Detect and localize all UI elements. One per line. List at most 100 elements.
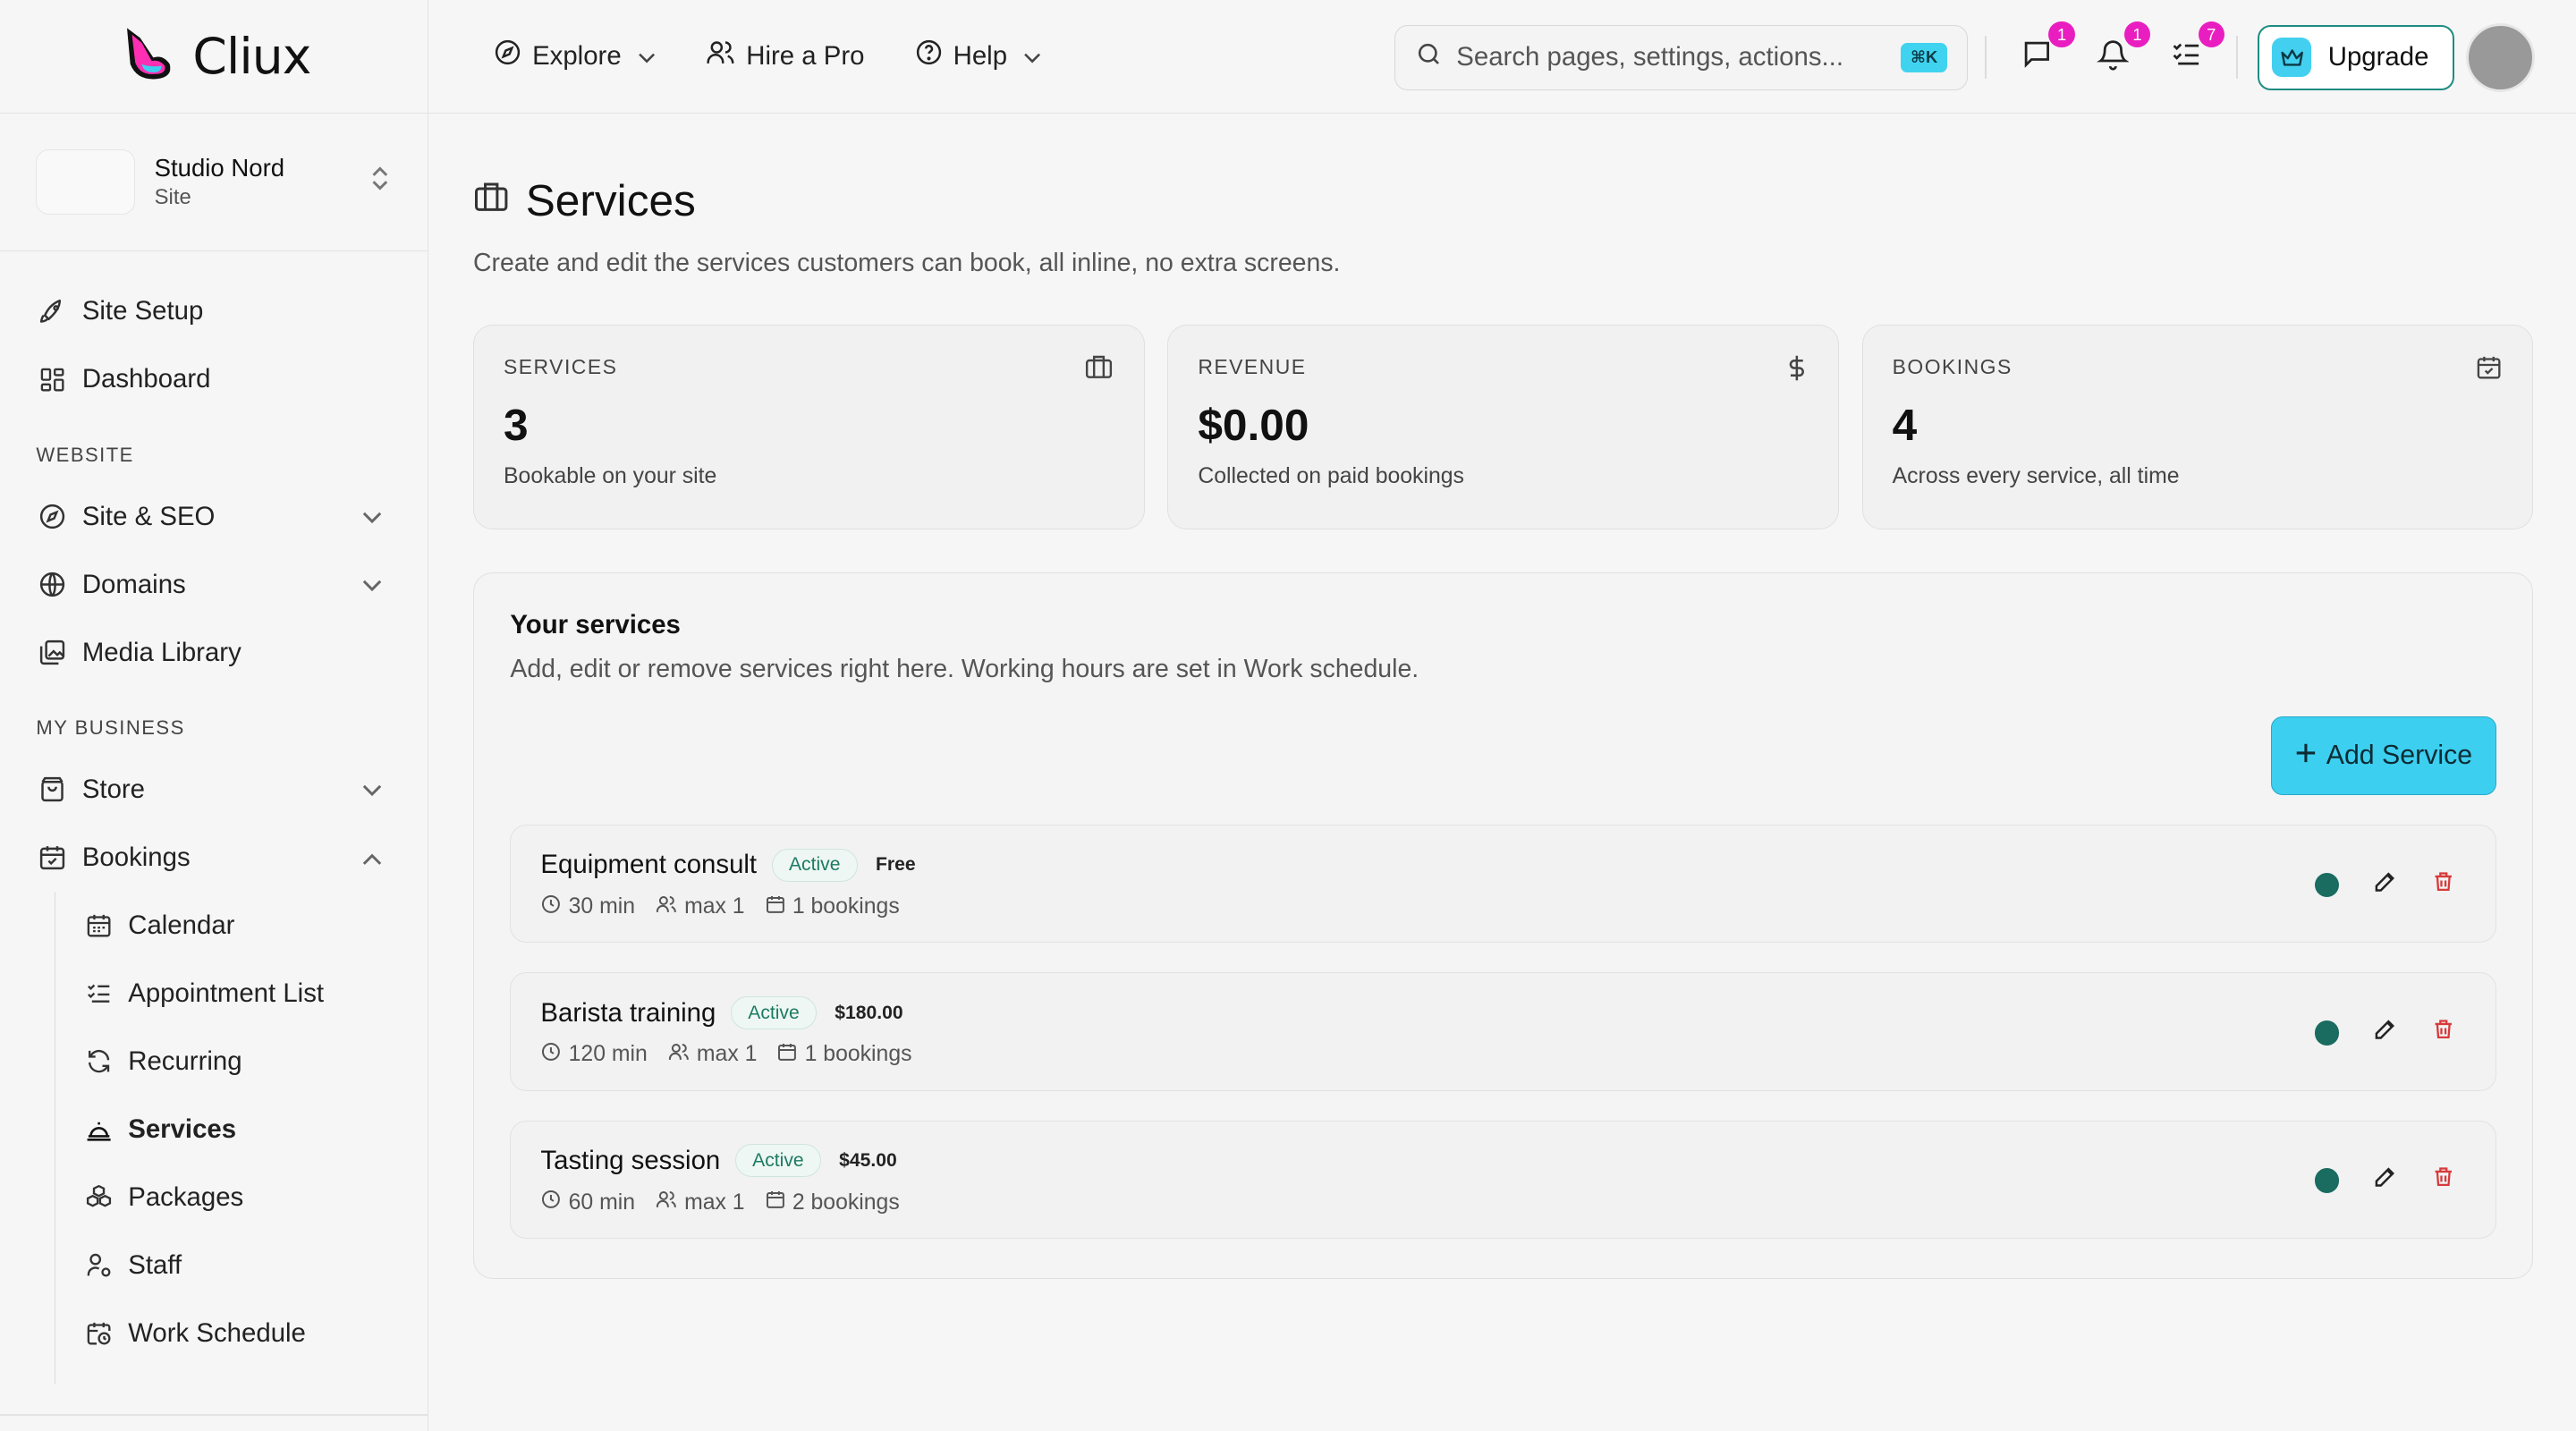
add-service-button[interactable]: Add Service [2271, 716, 2496, 796]
status-toggle[interactable] [2314, 1168, 2340, 1193]
clock-icon [540, 1041, 562, 1069]
sidebar-item-services[interactable]: Services [0, 1096, 428, 1164]
chevron-down-icon [1023, 41, 1041, 72]
globe-icon [36, 568, 69, 601]
divider [1984, 36, 1987, 80]
dashboard-icon [36, 363, 69, 396]
services-list: Equipment consult Active Free 30 min max… [510, 825, 2496, 1268]
users-icon [667, 1041, 691, 1069]
stat-label: REVENUE [1198, 354, 1307, 378]
sidebar-item-label: Services [128, 1113, 237, 1144]
services-panel: Your services Add, edit or remove servic… [472, 572, 2534, 1279]
service-row[interactable]: Barista training Active $180.00 120 min … [510, 972, 2496, 1091]
shortcut-badge: ⌘K [1900, 42, 1948, 72]
top-bar: Explore Hire a Pro Help ⌘K 1 [428, 0, 2576, 114]
chevron-updown-icon [369, 164, 392, 200]
panel-title: Your services [510, 609, 681, 639]
chevron-down-icon [362, 775, 382, 805]
sidebar-item-packages[interactable]: Packages [0, 1164, 428, 1232]
messages-button[interactable]: 1 [2019, 21, 2075, 75]
sidebar-item-site-setup[interactable]: Site Setup [0, 277, 428, 345]
sidebar-item-work-schedule[interactable]: Work Schedule [0, 1300, 428, 1367]
stat-value: 3 [504, 399, 529, 450]
sidebar-item-dashboard[interactable]: Dashboard [0, 345, 428, 413]
brand-name: Cliux [192, 27, 311, 85]
service-name: Barista training [540, 997, 716, 1028]
logo-row: Cliux [0, 0, 428, 114]
sidebar-item-recurring[interactable]: Recurring [0, 1028, 428, 1096]
bookings-text: 1 bookings [804, 1042, 912, 1067]
stat-card-revenue: REVENUE $0.00 Collected on paid bookings [1167, 324, 1839, 530]
explore-menu[interactable]: Explore [493, 38, 656, 74]
edit-icon[interactable] [2372, 868, 2398, 902]
service-capacity: max 1 [655, 893, 745, 921]
clock-icon [540, 893, 562, 921]
sidebar-item-site-seo[interactable]: Site & SEO [0, 483, 428, 551]
briefcase-icon [1084, 353, 1114, 386]
bag-icon [36, 773, 69, 806]
bell-service-icon [82, 1113, 115, 1147]
trash-icon[interactable] [2431, 1164, 2456, 1197]
help-circle-icon [914, 38, 944, 74]
sidebar-item-media-library[interactable]: Media Library [0, 619, 428, 687]
users-icon [655, 893, 678, 921]
sidebar-item-staff[interactable]: Staff [0, 1232, 428, 1300]
duration-text: 30 min [568, 894, 636, 919]
sidebar-item-domains[interactable]: Domains [0, 551, 428, 619]
search-box[interactable]: ⌘K [1394, 24, 1969, 90]
upgrade-button[interactable]: Upgrade [2257, 24, 2454, 90]
explore-label: Explore [532, 40, 622, 71]
site-switcher[interactable]: Studio Nord Site [0, 114, 428, 251]
sidebar-item-bookings[interactable]: Bookings [0, 824, 428, 892]
page-title: Services [525, 174, 696, 225]
section-label-my-business: MY BUSINESS [36, 716, 185, 740]
calendar-icon [765, 893, 786, 921]
hire-a-pro-link[interactable]: Hire a Pro [705, 38, 864, 74]
status-toggle[interactable] [2314, 872, 2340, 898]
search-input[interactable] [1456, 42, 1868, 73]
help-menu[interactable]: Help [914, 38, 1042, 74]
duration-text: 120 min [568, 1042, 648, 1067]
sidebar-item-label: Site Setup [81, 296, 204, 326]
hire-label: Hire a Pro [746, 40, 865, 71]
stat-subtext: Across every service, all time [1892, 463, 2180, 488]
edit-icon[interactable] [2372, 1016, 2398, 1049]
clock-icon [540, 1189, 562, 1216]
service-row[interactable]: Equipment consult Active Free 30 min max… [510, 825, 2496, 944]
status-badge: Active [730, 996, 818, 1030]
sidebar-item-store[interactable]: Store [0, 756, 428, 824]
service-price: $180.00 [835, 1002, 903, 1023]
service-price: $45.00 [839, 1149, 897, 1171]
calendar-icon [765, 1189, 786, 1216]
bookings-text: 1 bookings [792, 894, 900, 919]
sidebar-item-label: Recurring [128, 1046, 242, 1076]
status-toggle[interactable] [2314, 1020, 2340, 1046]
users-icon [705, 38, 736, 74]
notifications-button[interactable]: 1 [2095, 21, 2151, 75]
calendar-clock-icon [82, 1317, 115, 1351]
sidebar-item-appointment-list[interactable]: Appointment List [0, 960, 428, 1028]
trash-icon[interactable] [2431, 1016, 2456, 1049]
sidebar-item-label: Staff [128, 1249, 182, 1280]
sidebar-item-label: Packages [128, 1181, 244, 1212]
brand-logo[interactable]: Cliux [117, 21, 311, 91]
trash-icon[interactable] [2431, 868, 2456, 902]
status-badge: Active [771, 848, 858, 882]
notifications-badge: 1 [2123, 21, 2151, 48]
stat-card-bookings: BOOKINGS 4 Across every service, all tim… [1861, 324, 2534, 530]
page-header: Services [473, 174, 2533, 226]
tasks-button[interactable]: 7 [2168, 21, 2224, 75]
avatar[interactable] [2465, 22, 2536, 92]
service-bookings: 1 bookings [765, 893, 900, 921]
bookings-submenu: Calendar Appointment List Recurring Serv… [0, 891, 428, 1384]
sidebar-item-label: Calendar [128, 910, 235, 940]
service-row[interactable]: Tasting session Active $45.00 60 min max… [510, 1120, 2496, 1239]
edit-icon[interactable] [2372, 1164, 2398, 1197]
service-bookings: 1 bookings [776, 1041, 912, 1069]
site-name: Studio Nord [154, 153, 285, 182]
sidebar-item-label: Store [81, 774, 146, 804]
section-label-website: WEBSITE [36, 443, 134, 466]
divider [0, 1414, 428, 1417]
sidebar-item-calendar[interactable]: Calendar [0, 892, 428, 960]
service-duration: 30 min [540, 893, 635, 921]
